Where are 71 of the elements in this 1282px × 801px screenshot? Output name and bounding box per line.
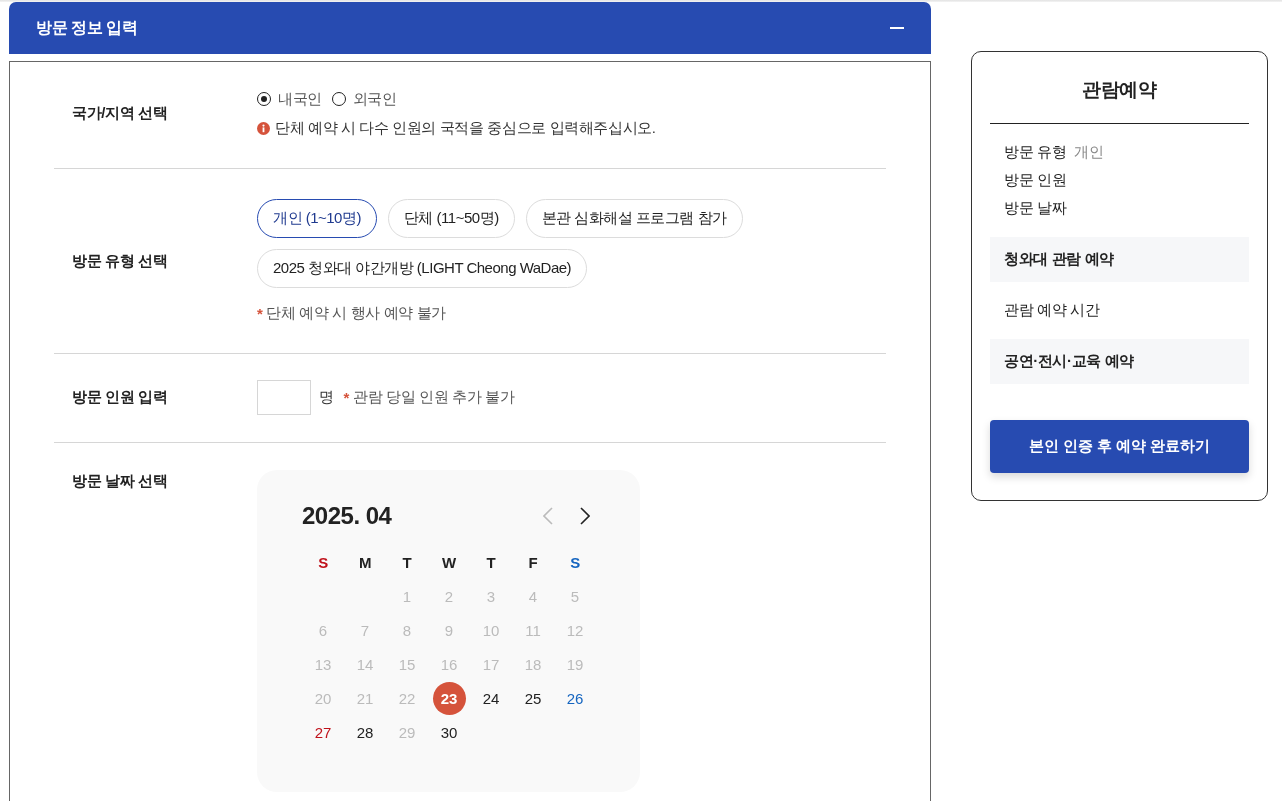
calendar-day: 15 bbox=[390, 647, 424, 681]
submit-button[interactable]: 본인 인증 후 예약 완료하기 bbox=[990, 420, 1249, 473]
note-asterisk: * bbox=[343, 389, 350, 406]
info-icon bbox=[257, 122, 270, 135]
calendar-day[interactable]: 25 bbox=[516, 681, 550, 715]
chevron-right-icon bbox=[580, 507, 590, 525]
unit-text: 명 bbox=[319, 388, 334, 407]
calendar-day: 11 bbox=[516, 613, 550, 647]
radio-button[interactable] bbox=[331, 92, 346, 106]
visit-type-chip[interactable]: 본관 심화해설 프로그램 참가 bbox=[525, 199, 743, 238]
calendar-day: 7 bbox=[348, 613, 382, 647]
row-label: 국가/지역 선택 bbox=[71, 103, 169, 123]
note-text: 관람 당일 인원 추가 불가 bbox=[353, 388, 515, 407]
weekday-label: T bbox=[401, 552, 413, 573]
calendar-day: 14 bbox=[348, 647, 382, 681]
row-label: 방문 날짜 선택 bbox=[71, 471, 169, 491]
radio-option[interactable]: 내국인 bbox=[257, 89, 322, 109]
calendar-day[interactable]: 23 bbox=[432, 681, 466, 715]
summary-value: 개인 bbox=[1074, 143, 1104, 162]
calendar-day: 2 bbox=[432, 579, 466, 613]
summary-section: 관람 예약 시간 bbox=[990, 288, 1249, 333]
weekday-label: F bbox=[527, 552, 539, 573]
note-asterisk: * bbox=[257, 305, 263, 322]
weekday-label: S bbox=[317, 552, 329, 573]
calendar-day: 3 bbox=[474, 579, 508, 613]
calendar-month: 2025. 04 bbox=[302, 502, 392, 530]
calendar-day: 17 bbox=[474, 647, 508, 681]
summary-label: 방문 인원 bbox=[1004, 171, 1067, 190]
calendar-day[interactable]: 27 bbox=[306, 715, 340, 749]
calendar-day[interactable]: 30 bbox=[432, 715, 466, 749]
radio-button[interactable] bbox=[257, 92, 271, 106]
calendar-day: 29 bbox=[390, 715, 424, 749]
calendar-day: 9 bbox=[432, 613, 466, 647]
calendar-day[interactable]: 28 bbox=[348, 715, 382, 749]
weekday-label: S bbox=[569, 552, 581, 573]
calendar-day[interactable]: 26 bbox=[558, 681, 592, 715]
summary-title: 관람예약 bbox=[990, 52, 1249, 124]
count-input[interactable] bbox=[257, 380, 311, 415]
calendar-day: 1 bbox=[390, 579, 424, 613]
row-label: 방문 유형 선택 bbox=[71, 251, 169, 271]
calendar-day: 20 bbox=[306, 681, 340, 715]
calendar-day: 13 bbox=[306, 647, 340, 681]
weekday-label: W bbox=[441, 552, 457, 573]
radio-option[interactable]: 외국인 bbox=[331, 89, 397, 109]
row-label: 방문 인원 입력 bbox=[71, 388, 169, 407]
section-title: 방문 정보 입력 bbox=[36, 17, 138, 38]
calendar-day: 5 bbox=[558, 579, 592, 613]
calendar-day: 18 bbox=[516, 647, 550, 681]
summary-label: 방문 유형 bbox=[1004, 143, 1067, 162]
calendar-day: 10 bbox=[474, 613, 508, 647]
visit-type-chip[interactable]: 단체 (11~50명) bbox=[387, 199, 515, 238]
summary-label: 방문 날짜 bbox=[1004, 199, 1067, 218]
calendar-day[interactable]: 24 bbox=[474, 681, 508, 715]
calendar-day: 4 bbox=[516, 579, 550, 613]
calendar-day: 12 bbox=[558, 613, 592, 647]
calendar-day: 19 bbox=[558, 647, 592, 681]
minus-icon bbox=[890, 27, 904, 29]
calendar-day: 6 bbox=[306, 613, 340, 647]
weekday-label: M bbox=[357, 552, 373, 573]
calendar-day: 8 bbox=[390, 613, 424, 647]
summary-section: 공연·전시·교육 예약 bbox=[990, 339, 1249, 384]
weekday-label: T bbox=[485, 552, 497, 573]
note-text: 단체 예약 시 행사 예약 불가 bbox=[266, 304, 446, 323]
calendar-day: 21 bbox=[348, 681, 382, 715]
summary-section: 청와대 관람 예약 bbox=[990, 237, 1249, 282]
calendar-day: 22 bbox=[390, 681, 424, 715]
calendar-day: 16 bbox=[432, 647, 466, 681]
chevron-left-icon bbox=[543, 507, 553, 525]
visit-type-chip[interactable]: 2025 청와대 야간개방 (LIGHT Cheong WaDae) bbox=[257, 249, 588, 288]
visit-type-chip[interactable]: 개인 (1~10명) bbox=[257, 199, 377, 238]
notice-text: 단체 예약 시 다수 인원의 국적을 중심으로 입력해주십시오. bbox=[275, 119, 656, 138]
